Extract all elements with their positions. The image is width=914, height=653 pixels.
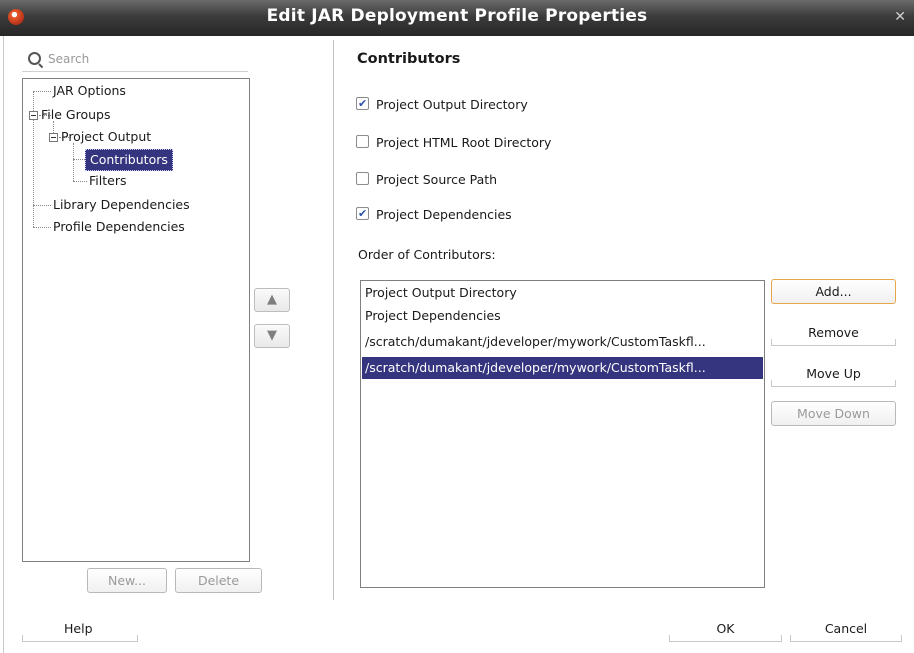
arrow-down-icon: ▼	[267, 328, 277, 343]
search-underline	[22, 71, 248, 72]
collapse-icon[interactable]	[49, 133, 58, 142]
checkbox-label: Project Dependencies	[376, 207, 512, 222]
order-of-contributors-label: Order of Contributors:	[358, 247, 496, 262]
tree-item-library-dependencies[interactable]: Library Dependencies	[53, 195, 190, 215]
close-icon[interactable]: ✕	[894, 9, 906, 25]
checkbox-icon[interactable]	[356, 172, 369, 185]
checkbox-label: Project HTML Root Directory	[376, 135, 552, 150]
arrow-up-icon: ▲	[267, 292, 277, 307]
tree-item-profile-dependencies[interactable]: Profile Dependencies	[53, 217, 185, 237]
checkbox-icon[interactable]	[356, 205, 369, 223]
search-box[interactable]	[22, 49, 248, 71]
cancel-button[interactable]: Cancel	[790, 617, 902, 642]
navigation-tree[interactable]: JAR Options File Groups Project Output C…	[22, 78, 250, 562]
page-title: Contributors	[357, 51, 461, 67]
checkbox-icon[interactable]	[356, 95, 369, 113]
tree-connector	[33, 91, 51, 92]
window-title: Edit JAR Deployment Profile Properties	[266, 6, 648, 26]
checkbox-label: Project Source Path	[376, 172, 498, 187]
tree-connector	[33, 205, 51, 206]
tree-item-filters[interactable]: Filters	[89, 171, 126, 191]
tree-item-project-output[interactable]: Project Output	[61, 127, 151, 147]
list-item[interactable]: Project Dependencies	[362, 305, 763, 327]
move-up-button[interactable]: Move Up	[771, 362, 896, 387]
tree-item-contributors[interactable]: Contributors	[85, 149, 173, 171]
delete-button[interactable]: Delete	[175, 568, 262, 593]
ok-button[interactable]: OK	[669, 617, 782, 642]
list-item[interactable]: /scratch/dumakant/jdeveloper/mywork/Cust…	[362, 357, 763, 379]
search-input[interactable]	[48, 49, 238, 69]
contributors-list[interactable]: Project Output Directory Project Depende…	[360, 280, 765, 588]
tree-connector	[33, 227, 51, 228]
tree-item-file-groups[interactable]: File Groups	[41, 105, 110, 125]
title-bar[interactable]: Edit JAR Deployment Profile Properties ✕	[0, 0, 914, 36]
checkbox-label: Project Output Directory	[376, 97, 528, 112]
checkbox-icon[interactable]	[356, 135, 369, 148]
collapse-icon[interactable]	[29, 111, 38, 120]
move-down-arrow-button[interactable]: ▼	[254, 324, 290, 348]
panel-divider	[333, 40, 334, 600]
window-border	[3, 36, 4, 653]
tree-connector	[73, 143, 74, 181]
search-icon	[28, 52, 41, 65]
tree-item-jar-options[interactable]: JAR Options	[53, 81, 126, 101]
list-item[interactable]: Project Output Directory	[362, 282, 763, 304]
list-item[interactable]: /scratch/dumakant/jdeveloper/mywork/Cust…	[362, 331, 763, 353]
remove-button[interactable]: Remove	[771, 321, 896, 346]
dialog-window: Edit JAR Deployment Profile Properties ✕…	[0, 0, 914, 653]
move-down-button[interactable]: Move Down	[771, 401, 896, 426]
add-button[interactable]: Add...	[771, 279, 896, 304]
tree-connector	[73, 181, 87, 182]
move-up-arrow-button[interactable]: ▲	[254, 288, 290, 312]
new-button[interactable]: New...	[87, 568, 167, 593]
help-button[interactable]: Help	[22, 617, 138, 642]
